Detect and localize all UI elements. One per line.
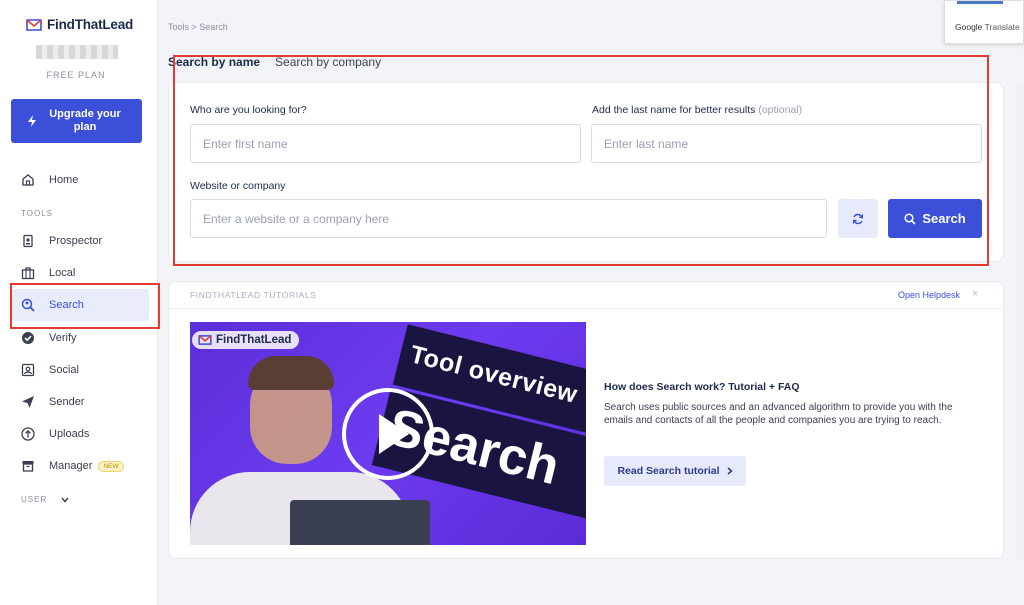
google-label: Google bbox=[955, 22, 983, 32]
sidebar-item-label: Home bbox=[49, 174, 79, 186]
read-tutorial-button[interactable]: Read Search tutorial bbox=[604, 456, 746, 486]
lightning-icon bbox=[28, 115, 36, 127]
sidebar-item-label: Sender bbox=[49, 396, 85, 408]
video-laptop bbox=[290, 500, 430, 545]
upload-icon bbox=[21, 427, 35, 441]
chevron-right-icon bbox=[727, 467, 733, 475]
sidebar-item-label: Uploads bbox=[49, 428, 90, 440]
tools-section-label: TOOLS bbox=[21, 209, 53, 218]
sidebar-item-social[interactable]: Social bbox=[11, 357, 149, 383]
store-icon bbox=[21, 267, 35, 280]
sidebar-item-label: Local bbox=[49, 267, 76, 279]
sidebar-item-sender[interactable]: Sender bbox=[11, 389, 149, 415]
video-logo-text: FindThatLead bbox=[216, 334, 292, 346]
home-icon bbox=[22, 174, 34, 186]
logo-icon bbox=[198, 335, 212, 345]
tutorial-heading: How does Search work? Tutorial + FAQ bbox=[604, 381, 800, 393]
sidebar-item-label: Verify bbox=[49, 332, 77, 344]
chevron-down-icon bbox=[61, 497, 69, 503]
logo-icon bbox=[26, 18, 42, 31]
read-tutorial-label: Read Search tutorial bbox=[617, 465, 720, 477]
id-card-icon bbox=[23, 234, 33, 248]
adjacent-panel-edge bbox=[1016, 82, 1024, 560]
sidebar-item-label: Manager bbox=[49, 460, 93, 472]
app-logo[interactable]: FindThatLead bbox=[26, 17, 133, 32]
google-translate-bar bbox=[957, 1, 1003, 4]
breadcrumb: Tools > Search bbox=[168, 22, 228, 32]
new-badge: NEW bbox=[98, 460, 124, 472]
sidebar-item-uploads[interactable]: Uploads bbox=[11, 421, 149, 447]
tutorials-title: FINDTHATLEAD TUTORIALS bbox=[190, 290, 317, 300]
open-helpdesk-link[interactable]: Open Helpdesk bbox=[898, 290, 960, 300]
highlight-box-search-form bbox=[173, 55, 989, 266]
tutorial-video-thumbnail[interactable]: Tool overview Search FindThatLead bbox=[190, 322, 586, 545]
google-translate-label: Google Translate bbox=[955, 22, 1020, 32]
upgrade-plan-button[interactable]: Upgrade your plan bbox=[11, 99, 142, 143]
google-translate-widget[interactable]: Google Translate bbox=[944, 0, 1024, 44]
video-logo: FindThatLead bbox=[192, 331, 300, 349]
send-icon bbox=[22, 396, 34, 408]
user-section-label: USER bbox=[21, 495, 48, 504]
sidebar-item-label: Social bbox=[49, 364, 79, 376]
video-person-hair bbox=[248, 356, 334, 390]
upgrade-plan-label: Upgrade your plan bbox=[49, 108, 121, 133]
sidebar-item-label: Prospector bbox=[49, 235, 103, 247]
sidebar-item-manager[interactable]: Manager NEW bbox=[11, 453, 149, 479]
app-name: FindThatLead bbox=[47, 17, 134, 32]
plan-label: FREE PLAN bbox=[46, 70, 106, 80]
play-icon[interactable] bbox=[342, 388, 434, 480]
translate-label: Translate bbox=[984, 22, 1020, 32]
sidebar-item-prospector[interactable]: Prospector bbox=[11, 228, 149, 254]
sidebar-item-home[interactable]: Home bbox=[11, 167, 149, 193]
highlight-box-sidebar bbox=[10, 283, 160, 329]
user-section-toggle[interactable]: USER bbox=[21, 495, 69, 504]
close-icon[interactable]: × bbox=[972, 288, 978, 300]
archive-icon bbox=[22, 461, 34, 472]
social-icon bbox=[21, 363, 35, 377]
verify-check-icon bbox=[22, 332, 34, 344]
user-name-redacted bbox=[36, 45, 118, 59]
tutorial-description: Search uses public sources and an advanc… bbox=[604, 402, 953, 426]
